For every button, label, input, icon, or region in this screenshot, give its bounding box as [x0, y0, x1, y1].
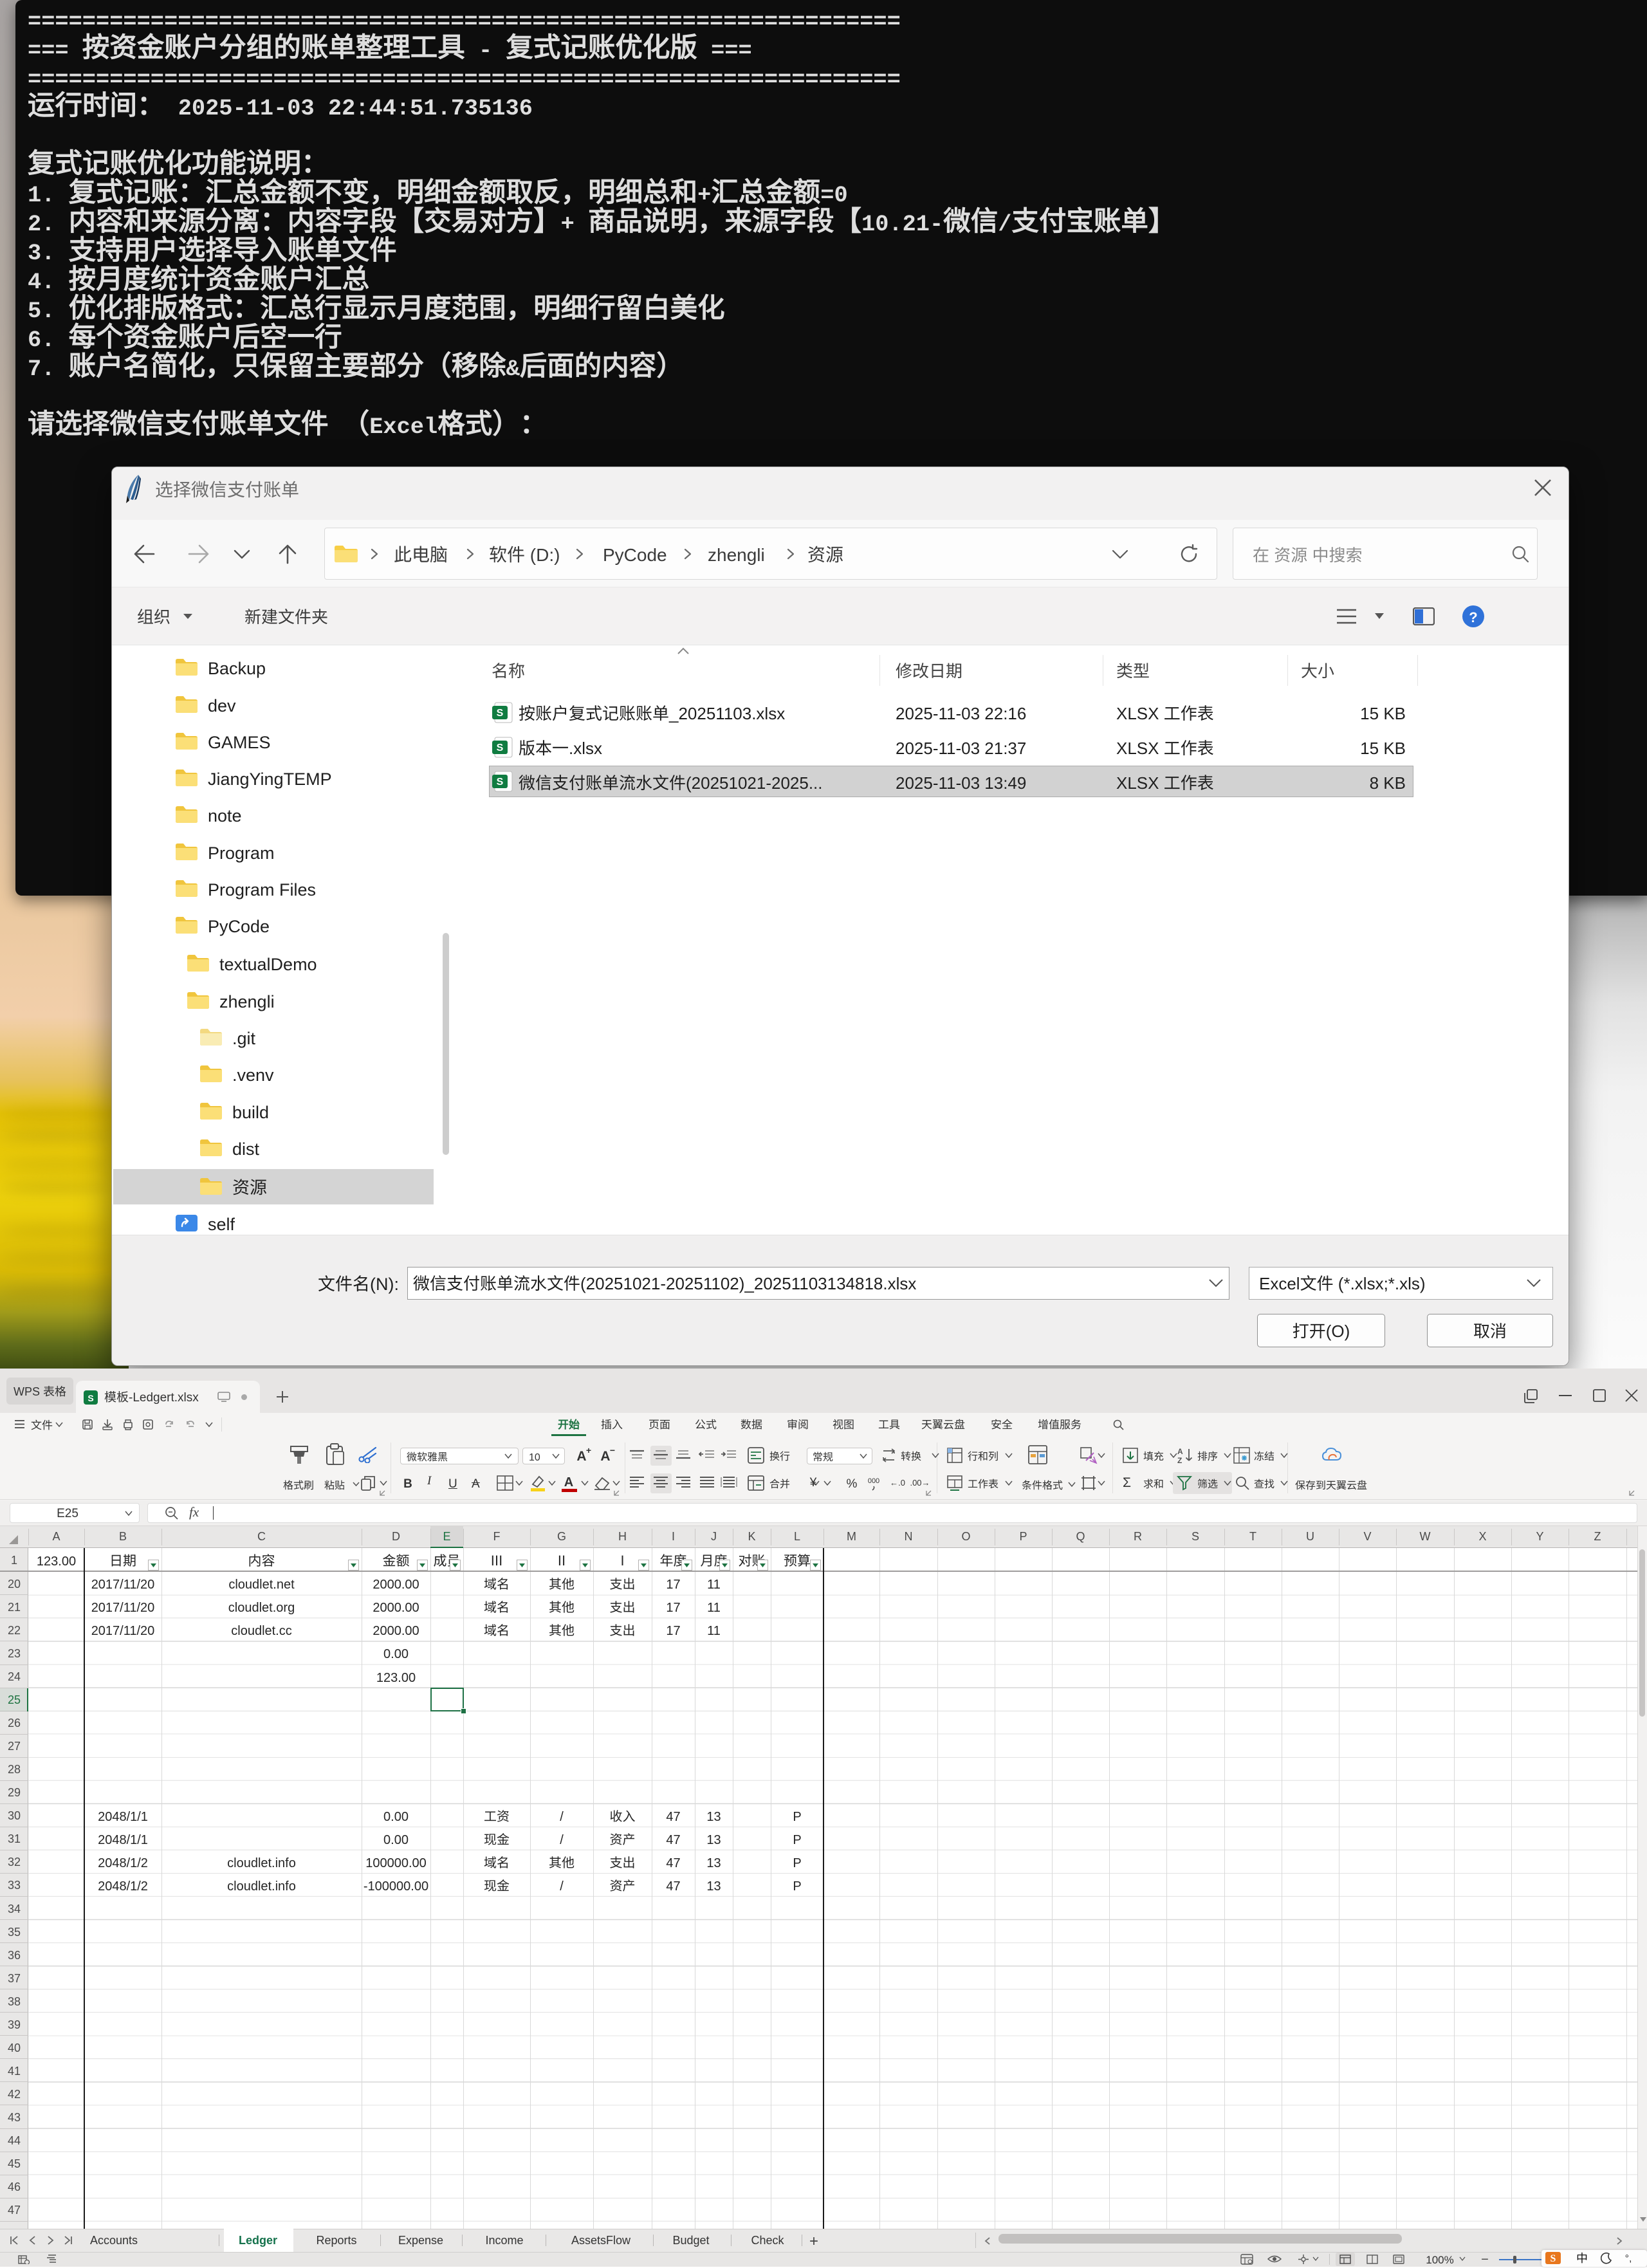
- svg-text:S: S: [1550, 2253, 1556, 2264]
- svg-text:A: A: [1177, 1447, 1183, 1456]
- svg-text:S: S: [497, 742, 504, 753]
- svg-text:S: S: [497, 708, 504, 719]
- svg-text:Z: Z: [1177, 1456, 1182, 1464]
- svg-text:S: S: [497, 777, 504, 788]
- svg-text:S: S: [87, 1393, 93, 1403]
